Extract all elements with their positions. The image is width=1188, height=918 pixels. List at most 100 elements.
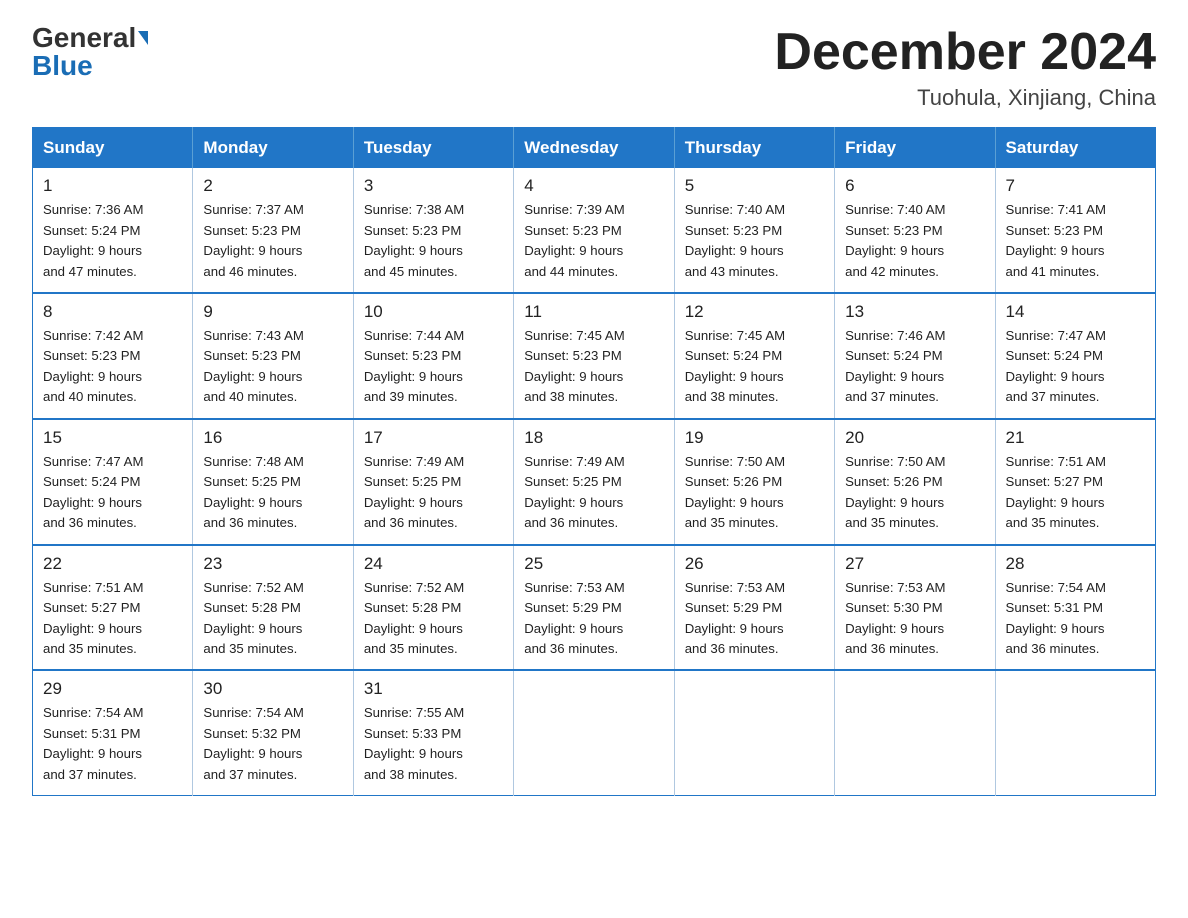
- day-number: 22: [43, 554, 182, 574]
- calendar-cell: 30 Sunrise: 7:54 AM Sunset: 5:32 PM Dayli…: [193, 670, 353, 795]
- day-number: 3: [364, 176, 503, 196]
- day-info: Sunrise: 7:38 AM Sunset: 5:23 PM Dayligh…: [364, 200, 503, 282]
- day-number: 21: [1006, 428, 1145, 448]
- weekday-header-tuesday: Tuesday: [353, 128, 513, 169]
- calendar-cell: 3 Sunrise: 7:38 AM Sunset: 5:23 PM Daylig…: [353, 168, 513, 293]
- logo-general-text: General: [32, 24, 136, 52]
- day-info: Sunrise: 7:40 AM Sunset: 5:23 PM Dayligh…: [845, 200, 984, 282]
- title-block: December 2024 Tuohula, Xinjiang, China: [774, 24, 1156, 111]
- calendar-cell: 17 Sunrise: 7:49 AM Sunset: 5:25 PM Dayli…: [353, 419, 513, 545]
- calendar-cell: 18 Sunrise: 7:49 AM Sunset: 5:25 PM Dayli…: [514, 419, 674, 545]
- day-number: 10: [364, 302, 503, 322]
- calendar-cell: 10 Sunrise: 7:44 AM Sunset: 5:23 PM Dayli…: [353, 293, 513, 419]
- day-info: Sunrise: 7:52 AM Sunset: 5:28 PM Dayligh…: [203, 578, 342, 660]
- day-info: Sunrise: 7:55 AM Sunset: 5:33 PM Dayligh…: [364, 703, 503, 785]
- day-info: Sunrise: 7:48 AM Sunset: 5:25 PM Dayligh…: [203, 452, 342, 534]
- calendar-cell: 11 Sunrise: 7:45 AM Sunset: 5:23 PM Dayli…: [514, 293, 674, 419]
- calendar-cell: 5Sunrise: 7:40 AM Sunset: 5:23 PM Daylig…: [674, 168, 834, 293]
- day-number: 20: [845, 428, 984, 448]
- day-number: 26: [685, 554, 824, 574]
- calendar-cell: [674, 670, 834, 795]
- day-info: Sunrise: 7:50 AM Sunset: 5:26 PM Dayligh…: [845, 452, 984, 534]
- calendar-cell: 20 Sunrise: 7:50 AM Sunset: 5:26 PM Dayli…: [835, 419, 995, 545]
- logo-triangle-icon: [138, 31, 148, 45]
- day-number: 19: [685, 428, 824, 448]
- day-number: 13: [845, 302, 984, 322]
- day-number: 12: [685, 302, 824, 322]
- day-info: Sunrise: 7:50 AM Sunset: 5:26 PM Dayligh…: [685, 452, 824, 534]
- day-number: 6: [845, 176, 984, 196]
- logo-blue-text: Blue: [32, 52, 93, 80]
- weekday-header-monday: Monday: [193, 128, 353, 169]
- day-info: Sunrise: 7:43 AM Sunset: 5:23 PM Dayligh…: [203, 326, 342, 408]
- calendar-cell: 4Sunrise: 7:39 AM Sunset: 5:23 PM Daylig…: [514, 168, 674, 293]
- calendar-cell: 14 Sunrise: 7:47 AM Sunset: 5:24 PM Dayli…: [995, 293, 1155, 419]
- calendar-cell: 26 Sunrise: 7:53 AM Sunset: 5:29 PM Dayli…: [674, 545, 834, 671]
- day-info: Sunrise: 7:51 AM Sunset: 5:27 PM Dayligh…: [1006, 452, 1145, 534]
- day-number: 14: [1006, 302, 1145, 322]
- day-info: Sunrise: 7:49 AM Sunset: 5:25 PM Dayligh…: [364, 452, 503, 534]
- calendar-cell: 27 Sunrise: 7:53 AM Sunset: 5:30 PM Dayli…: [835, 545, 995, 671]
- day-info: Sunrise: 7:45 AM Sunset: 5:24 PM Dayligh…: [685, 326, 824, 408]
- calendar-cell: 2 Sunrise: 7:37 AM Sunset: 5:23 PM Daylig…: [193, 168, 353, 293]
- day-info: Sunrise: 7:47 AM Sunset: 5:24 PM Dayligh…: [1006, 326, 1145, 408]
- calendar-table: SundayMondayTuesdayWednesdayThursdayFrid…: [32, 127, 1156, 796]
- day-number: 30: [203, 679, 342, 699]
- day-number: 7: [1006, 176, 1145, 196]
- day-info: Sunrise: 7:54 AM Sunset: 5:31 PM Dayligh…: [1006, 578, 1145, 660]
- day-info: Sunrise: 7:54 AM Sunset: 5:31 PM Dayligh…: [43, 703, 182, 785]
- day-info: Sunrise: 7:46 AM Sunset: 5:24 PM Dayligh…: [845, 326, 984, 408]
- weekday-header-wednesday: Wednesday: [514, 128, 674, 169]
- day-number: 5: [685, 176, 824, 196]
- day-info: Sunrise: 7:52 AM Sunset: 5:28 PM Dayligh…: [364, 578, 503, 660]
- day-number: 28: [1006, 554, 1145, 574]
- logo: General Blue: [32, 24, 148, 80]
- calendar-cell: 12 Sunrise: 7:45 AM Sunset: 5:24 PM Dayli…: [674, 293, 834, 419]
- day-info: Sunrise: 7:44 AM Sunset: 5:23 PM Dayligh…: [364, 326, 503, 408]
- calendar-cell: 19 Sunrise: 7:50 AM Sunset: 5:26 PM Dayli…: [674, 419, 834, 545]
- day-info: Sunrise: 7:47 AM Sunset: 5:24 PM Dayligh…: [43, 452, 182, 534]
- calendar-cell: 6 Sunrise: 7:40 AM Sunset: 5:23 PM Daylig…: [835, 168, 995, 293]
- calendar-cell: [995, 670, 1155, 795]
- day-number: 29: [43, 679, 182, 699]
- calendar-cell: 24 Sunrise: 7:52 AM Sunset: 5:28 PM Dayli…: [353, 545, 513, 671]
- day-number: 16: [203, 428, 342, 448]
- day-info: Sunrise: 7:39 AM Sunset: 5:23 PM Dayligh…: [524, 200, 663, 282]
- day-info: Sunrise: 7:53 AM Sunset: 5:29 PM Dayligh…: [524, 578, 663, 660]
- day-info: Sunrise: 7:51 AM Sunset: 5:27 PM Dayligh…: [43, 578, 182, 660]
- page-header: General Blue December 2024 Tuohula, Xinj…: [32, 24, 1156, 111]
- day-number: 31: [364, 679, 503, 699]
- day-info: Sunrise: 7:36 AM Sunset: 5:24 PM Dayligh…: [43, 200, 182, 282]
- calendar-cell: 16 Sunrise: 7:48 AM Sunset: 5:25 PM Dayli…: [193, 419, 353, 545]
- calendar-cell: 9 Sunrise: 7:43 AM Sunset: 5:23 PM Daylig…: [193, 293, 353, 419]
- calendar-cell: 28 Sunrise: 7:54 AM Sunset: 5:31 PM Dayli…: [995, 545, 1155, 671]
- calendar-cell: 21 Sunrise: 7:51 AM Sunset: 5:27 PM Dayli…: [995, 419, 1155, 545]
- day-number: 8: [43, 302, 182, 322]
- day-number: 17: [364, 428, 503, 448]
- day-number: 9: [203, 302, 342, 322]
- calendar-cell: 1Sunrise: 7:36 AM Sunset: 5:24 PM Daylig…: [33, 168, 193, 293]
- calendar-cell: 31 Sunrise: 7:55 AM Sunset: 5:33 PM Dayli…: [353, 670, 513, 795]
- day-info: Sunrise: 7:42 AM Sunset: 5:23 PM Dayligh…: [43, 326, 182, 408]
- day-number: 18: [524, 428, 663, 448]
- day-info: Sunrise: 7:53 AM Sunset: 5:29 PM Dayligh…: [685, 578, 824, 660]
- calendar-cell: 7Sunrise: 7:41 AM Sunset: 5:23 PM Daylig…: [995, 168, 1155, 293]
- day-number: 2: [203, 176, 342, 196]
- day-info: Sunrise: 7:54 AM Sunset: 5:32 PM Dayligh…: [203, 703, 342, 785]
- calendar-cell: 22 Sunrise: 7:51 AM Sunset: 5:27 PM Dayli…: [33, 545, 193, 671]
- weekday-header-thursday: Thursday: [674, 128, 834, 169]
- day-number: 25: [524, 554, 663, 574]
- calendar-cell: 23Sunrise: 7:52 AM Sunset: 5:28 PM Dayli…: [193, 545, 353, 671]
- calendar-cell: 8 Sunrise: 7:42 AM Sunset: 5:23 PM Daylig…: [33, 293, 193, 419]
- calendar-cell: 25 Sunrise: 7:53 AM Sunset: 5:29 PM Dayli…: [514, 545, 674, 671]
- day-number: 11: [524, 302, 663, 322]
- day-info: Sunrise: 7:37 AM Sunset: 5:23 PM Dayligh…: [203, 200, 342, 282]
- weekday-header-friday: Friday: [835, 128, 995, 169]
- day-info: Sunrise: 7:53 AM Sunset: 5:30 PM Dayligh…: [845, 578, 984, 660]
- calendar-cell: 29 Sunrise: 7:54 AM Sunset: 5:31 PM Dayli…: [33, 670, 193, 795]
- day-number: 27: [845, 554, 984, 574]
- day-number: 24: [364, 554, 503, 574]
- day-number: 15: [43, 428, 182, 448]
- day-info: Sunrise: 7:45 AM Sunset: 5:23 PM Dayligh…: [524, 326, 663, 408]
- day-info: Sunrise: 7:49 AM Sunset: 5:25 PM Dayligh…: [524, 452, 663, 534]
